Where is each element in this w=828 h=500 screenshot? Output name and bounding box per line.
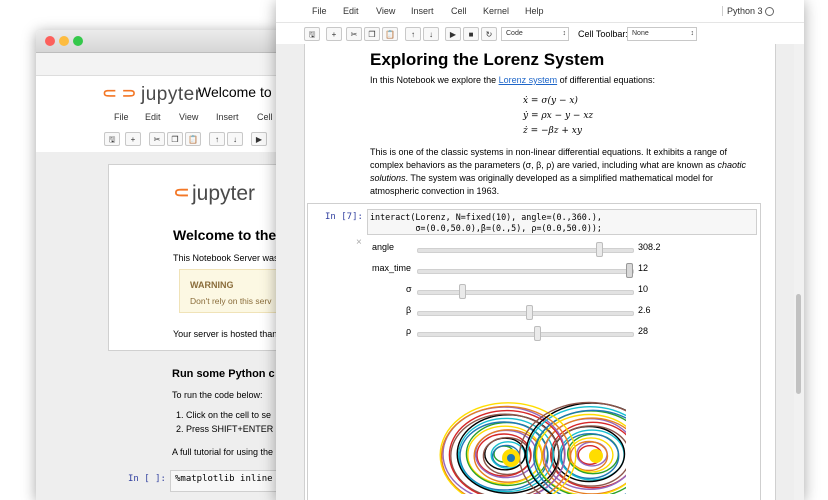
slider-handle-sigma[interactable]: [458, 284, 466, 299]
step-item: 2. Press SHIFT+ENTER: [176, 424, 274, 434]
equation-y: ẏ = ρx − y − xz: [523, 111, 594, 121]
menu-kernel[interactable]: Kernel: [483, 6, 509, 16]
run-heading: Run some Python c: [172, 368, 275, 380]
jupyter-logo-text: jupyter: [141, 84, 202, 105]
move-down-icon[interactable]: ↓: [423, 27, 439, 41]
code-text: interact(Lorenz, N=fixed(10), angle=(0.,…: [370, 212, 602, 233]
slider-track-rho[interactable]: [417, 332, 634, 337]
restart-icon[interactable]: ↻: [481, 27, 497, 41]
equation-x: ẋ = σ(y − x): [523, 96, 578, 106]
step-item: 1. Click on the cell to se: [176, 410, 272, 420]
slider-label-sigma: σ: [406, 284, 412, 294]
add-cell-icon[interactable]: +: [326, 27, 342, 41]
menu-insert[interactable]: Insert: [411, 6, 434, 16]
lorenz-equations: ẋ = σ(y − x) ẏ = ρx − y − xz ż = −βz + x…: [523, 94, 593, 139]
run-intro: To run the code below:: [172, 390, 263, 400]
scrollbar-track[interactable]: [794, 44, 804, 500]
kernel-name: Python 3: [722, 6, 763, 16]
warning-title: WARNING: [190, 280, 234, 290]
copy-icon[interactable]: ❐: [167, 132, 183, 146]
copy-icon[interactable]: ❐: [364, 27, 380, 41]
stop-icon[interactable]: ■: [463, 27, 479, 41]
slider-value-beta: 2.6: [638, 305, 651, 315]
equation-z: ż = −βz + xy: [523, 126, 582, 136]
front-notebook-area: Exploring the Lorenz System In this Note…: [276, 44, 804, 500]
run-icon[interactable]: ▶: [445, 27, 461, 41]
notebook-heading: Exploring the Lorenz System: [370, 50, 605, 69]
save-icon[interactable]: 🖫: [304, 27, 320, 41]
hosted-text: Your server is hosted than: [173, 329, 278, 339]
menu-view[interactable]: View: [376, 6, 395, 16]
slider-handle-angle[interactable]: [596, 242, 604, 257]
slider-value-max-time: 12: [638, 263, 649, 273]
move-up-icon[interactable]: ↑: [405, 27, 421, 41]
lorenz-attractor-plot: [439, 401, 626, 494]
paste-icon[interactable]: 📋: [382, 27, 398, 41]
add-cell-icon[interactable]: +: [125, 132, 141, 146]
slider-track-max-time[interactable]: [417, 269, 634, 274]
intro-paragraph: In this Notebook we explore the Lorenz s…: [370, 75, 656, 85]
code-text: %matplotlib inline: [175, 474, 273, 484]
lorenz-notebook-window: File Edit View Insert Cell Kernel Help P…: [276, 0, 804, 500]
slider-label-rho: ρ: [406, 326, 412, 336]
paste-icon[interactable]: 📋: [185, 132, 201, 146]
description-paragraph: This is one of the classic systems in no…: [370, 147, 747, 196]
menu-insert[interactable]: Insert: [216, 112, 239, 122]
notebook-page: Exploring the Lorenz System In this Note…: [304, 44, 776, 500]
move-down-icon[interactable]: ↓: [227, 132, 243, 146]
intro-text: This Notebook Server was: [173, 253, 279, 263]
tutorial-text: A full tutorial for using the: [172, 447, 274, 457]
menu-file[interactable]: File: [312, 6, 327, 16]
attractor-core: [507, 454, 515, 462]
warning-text: Don't rely on this serv: [190, 296, 272, 306]
slider-value-sigma: 10: [638, 284, 649, 294]
menu-edit[interactable]: Edit: [343, 6, 359, 16]
slider-value-angle: 308.2: [638, 242, 661, 252]
run-icon[interactable]: ▶: [251, 132, 267, 146]
menu-edit[interactable]: Edit: [145, 112, 161, 122]
jupyter-logo-icon: ⸦⸧: [100, 84, 140, 105]
close-output-icon[interactable]: ×: [356, 237, 362, 248]
cell-toolbar-label: Cell Toolbar:: [578, 29, 628, 39]
code-cell[interactable]: In [7]: interact(Lorenz, N=fixed(10), an…: [307, 203, 761, 500]
cell-prompt: In [7]:: [325, 212, 363, 222]
cell-prompt: In [ ]:: [128, 474, 166, 484]
front-menubar: File Edit View Insert Cell Kernel Help P…: [276, 0, 804, 23]
menu-cell[interactable]: Cell: [451, 6, 467, 16]
close-window-button[interactable]: [45, 36, 55, 46]
menu-file[interactable]: File: [114, 112, 129, 122]
jupyter-logo[interactable]: ⸦⸧ jupyter: [100, 80, 202, 106]
slider-track-sigma[interactable]: [417, 290, 634, 295]
menu-help[interactable]: Help: [525, 6, 544, 16]
save-icon[interactable]: 🖫: [104, 132, 120, 146]
slider-label-angle: angle: [372, 242, 395, 252]
cut-icon[interactable]: ✂: [149, 132, 165, 146]
code-cell-input[interactable]: interact(Lorenz, N=fixed(10), angle=(0.,…: [367, 209, 757, 235]
attractor-core: [589, 449, 603, 463]
slider-handle-beta[interactable]: [525, 305, 533, 320]
page-jupyter-logo-icon: ⸦: [171, 182, 192, 205]
slider-label-max-time: max_time: [372, 263, 412, 273]
welcome-heading: Welcome to the: [173, 227, 277, 243]
menu-cell[interactable]: Cell: [257, 112, 273, 122]
zoom-window-button[interactable]: [73, 36, 83, 46]
slider-handle-max-time[interactable]: [626, 263, 633, 278]
back-text-cell[interactable]: ⸦jupyter Welcome to the This Notebook Se…: [108, 164, 301, 351]
page-jupyter-logo: ⸦jupyter: [171, 182, 256, 205]
kernel-status-icon: [765, 7, 774, 16]
slider-handle-rho[interactable]: [534, 326, 542, 341]
cut-icon[interactable]: ✂: [346, 27, 362, 41]
minimize-window-button[interactable]: [59, 36, 69, 46]
cell-type-select[interactable]: Code: [501, 27, 569, 41]
lorenz-system-link[interactable]: Lorenz system: [499, 75, 558, 85]
slider-label-beta: β: [406, 305, 412, 315]
front-toolbar: 🖫 + ✂ ❐ 📋 ↑ ↓ ▶ ■ ↻ Code Cell Toolbar: N…: [276, 23, 804, 46]
cell-toolbar-select[interactable]: None: [627, 27, 697, 41]
notebook-title[interactable]: Welcome to P: [198, 84, 285, 100]
menu-view[interactable]: View: [179, 112, 198, 122]
scrollbar-thumb[interactable]: [796, 294, 801, 394]
move-up-icon[interactable]: ↑: [209, 132, 225, 146]
slider-value-rho: 28: [638, 326, 649, 336]
